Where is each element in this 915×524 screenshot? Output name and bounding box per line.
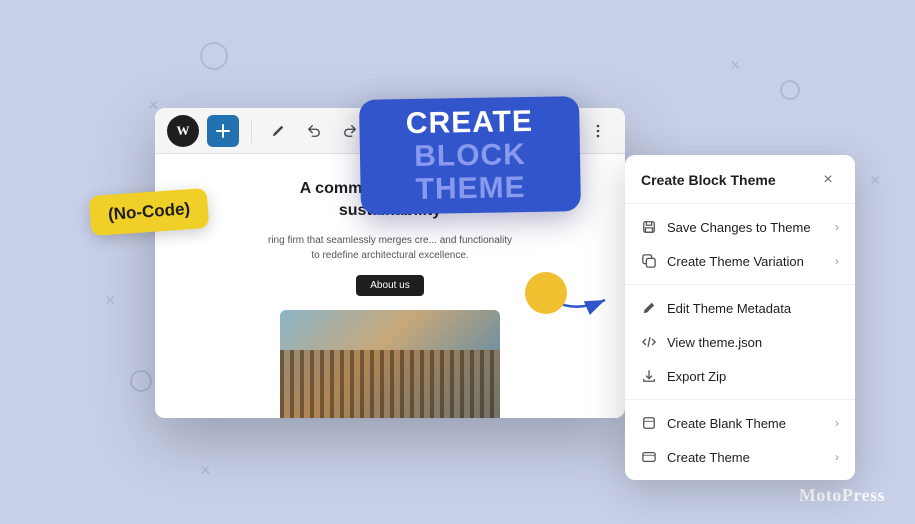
building-image bbox=[280, 350, 500, 418]
create-variation-label: Create Theme Variation bbox=[667, 254, 825, 269]
dropdown-section-3: Create Blank Theme › Create Theme › bbox=[625, 400, 855, 480]
create-blank-theme-item[interactable]: Create Blank Theme › bbox=[625, 406, 855, 440]
export-icon bbox=[641, 368, 657, 384]
theme-icon bbox=[641, 449, 657, 465]
wp-logo: W bbox=[167, 115, 199, 147]
cbt-line3: THEME bbox=[407, 171, 535, 206]
about-button[interactable]: About us bbox=[356, 275, 423, 296]
create-theme-label: Create Theme bbox=[667, 450, 825, 465]
add-button[interactable] bbox=[207, 115, 239, 147]
view-theme-json-label: View theme.json bbox=[667, 335, 839, 350]
create-blank-chevron: › bbox=[835, 416, 839, 430]
edit-icon bbox=[641, 300, 657, 316]
close-button[interactable]: × bbox=[817, 169, 839, 191]
dropdown-header: Create Block Theme × bbox=[625, 155, 855, 204]
blank-theme-icon bbox=[641, 415, 657, 431]
variation-icon bbox=[641, 253, 657, 269]
pencil-icon[interactable] bbox=[264, 117, 292, 145]
save-changes-chevron: › bbox=[835, 220, 839, 234]
code-icon bbox=[641, 334, 657, 350]
save-icon bbox=[641, 219, 657, 235]
more-options-icon[interactable] bbox=[583, 116, 613, 146]
export-zip-item[interactable]: Export Zip bbox=[625, 359, 855, 393]
save-changes-label: Save Changes to Theme bbox=[667, 220, 825, 235]
cbt-line2: BLOCK bbox=[406, 138, 534, 173]
create-variation-chevron: › bbox=[835, 254, 839, 268]
dropdown-panel: Create Block Theme × Save Changes to The… bbox=[625, 155, 855, 480]
cbt-line1: CREATE bbox=[406, 105, 534, 140]
dropdown-title: Create Block Theme bbox=[641, 172, 776, 188]
create-theme-item[interactable]: Create Theme › bbox=[625, 440, 855, 474]
arrow-circle bbox=[525, 272, 567, 314]
view-theme-json-item[interactable]: View theme.json bbox=[625, 325, 855, 359]
edit-metadata-label: Edit Theme Metadata bbox=[667, 301, 839, 316]
create-block-theme-badge: CREATE BLOCK THEME bbox=[359, 96, 581, 215]
site-subtext: ring firm that seamlessly merges cre... … bbox=[175, 233, 605, 263]
undo-icon[interactable] bbox=[300, 117, 328, 145]
create-theme-chevron: › bbox=[835, 450, 839, 464]
site-image bbox=[280, 310, 500, 418]
nocode-badge: (No-Code) bbox=[89, 188, 210, 236]
edit-metadata-item[interactable]: Edit Theme Metadata bbox=[625, 291, 855, 325]
create-variation-item[interactable]: Create Theme Variation › bbox=[625, 244, 855, 278]
export-zip-label: Export Zip bbox=[667, 369, 839, 384]
motopress-brand: MotoPress bbox=[799, 485, 885, 506]
toolbar-separator bbox=[251, 119, 252, 143]
dropdown-section-2: Edit Theme Metadata View theme.json Expo… bbox=[625, 285, 855, 400]
create-blank-theme-label: Create Blank Theme bbox=[667, 416, 825, 431]
dropdown-section-1: Save Changes to Theme › Create Theme Var… bbox=[625, 204, 855, 285]
save-changes-item[interactable]: Save Changes to Theme › bbox=[625, 210, 855, 244]
